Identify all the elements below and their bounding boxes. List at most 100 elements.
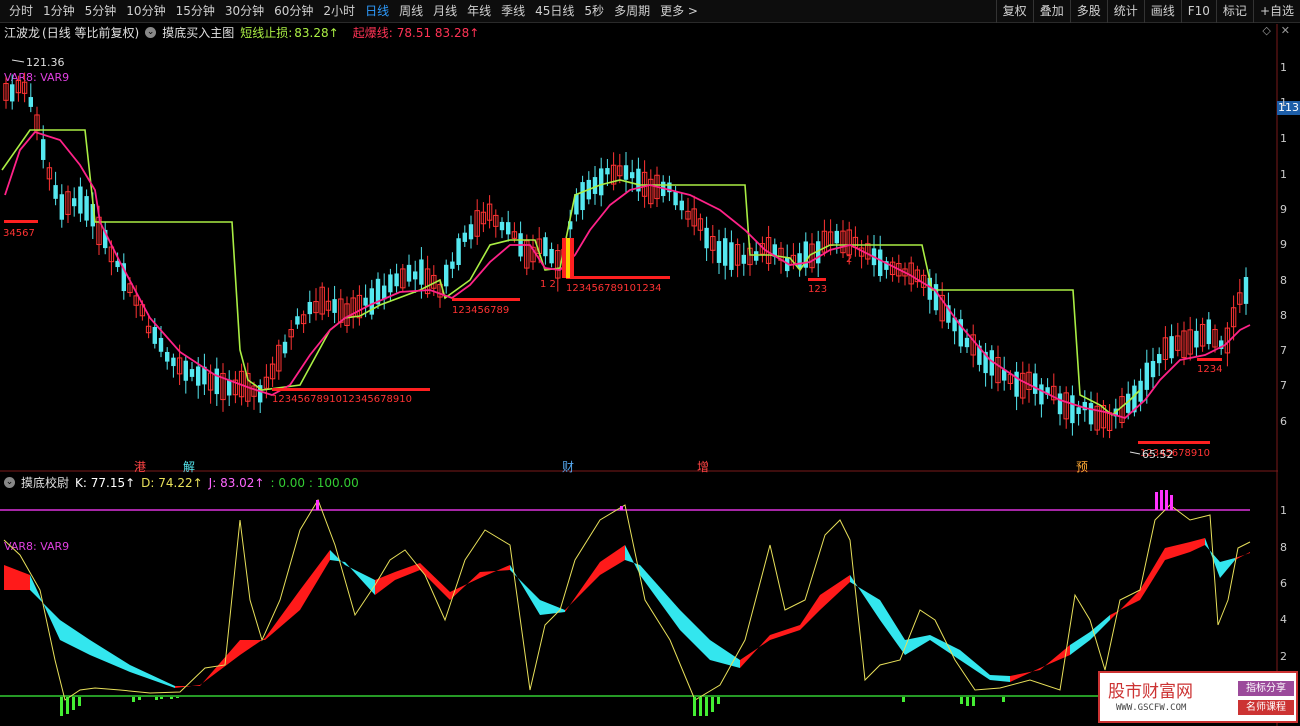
histogram-bar	[138, 697, 141, 700]
candle-body	[754, 251, 759, 261]
candle-body	[78, 186, 83, 214]
counter-text: 1234567891012345678910	[272, 394, 412, 405]
kdj-ribbon-segment	[1010, 668, 1040, 682]
candle-body	[158, 337, 164, 352]
signal-band	[570, 238, 574, 278]
counter-text: 1234	[1197, 364, 1222, 375]
candle-body	[307, 301, 312, 315]
y-axis-tick: 1	[1280, 61, 1287, 74]
candle-body	[456, 238, 461, 265]
kdj-ribbon-segment	[240, 638, 265, 655]
counter-text: 123456789	[452, 305, 509, 316]
kdj-ribbon-segment	[450, 572, 480, 600]
candle-body	[1243, 277, 1249, 304]
kdj-ribbon-segment	[930, 635, 960, 660]
histogram-bar	[711, 697, 714, 712]
counter-text: 2	[846, 254, 852, 265]
counter-text: 123456789101234	[566, 283, 661, 294]
candle-body	[933, 284, 939, 311]
signal-band	[566, 238, 570, 278]
kdj-ribbon-segment	[1165, 542, 1190, 560]
kdj-ribbon-segment	[200, 640, 240, 686]
kdj-ribbon-segment	[800, 595, 820, 630]
candle-body	[388, 274, 393, 293]
kdj-ribbon-segment	[990, 675, 1010, 682]
kdj-ribbon-segment	[820, 575, 850, 610]
overbought-bar	[1160, 490, 1163, 510]
candle-body	[549, 248, 554, 264]
candle-body	[10, 84, 15, 102]
candle-body	[1088, 403, 1094, 425]
candle-body	[1144, 362, 1149, 390]
candle-body	[1057, 393, 1063, 415]
sub-y-axis-tick: 1	[1280, 504, 1287, 517]
signal-band	[562, 238, 566, 278]
candle-body	[797, 253, 802, 269]
y-axis-tick: 8	[1280, 274, 1287, 287]
chart-canvas[interactable]: 34567 1234567891012345678910 123456789 1 2 1…	[0, 0, 1300, 726]
kdj-ribbon-segment	[265, 590, 300, 640]
candle-body	[152, 327, 157, 344]
y-axis-tick: 8	[1280, 309, 1287, 322]
kdj-ribbon-segment	[130, 665, 175, 688]
histogram-bar	[132, 697, 135, 702]
candle-body	[165, 351, 170, 362]
candle-body	[189, 369, 195, 377]
kdj-ribbon-segment	[4, 565, 30, 590]
high-price-marker: 121.36	[26, 56, 65, 69]
candle-body	[59, 194, 64, 220]
histogram-bar	[1002, 697, 1005, 702]
candle-body	[419, 259, 424, 285]
histogram-bar	[78, 697, 81, 706]
event-annotation[interactable]: 解	[183, 458, 195, 475]
candle-body	[41, 139, 46, 160]
candle-body	[580, 182, 585, 211]
kdj-ribbon-segment	[565, 562, 600, 612]
counter-text: 34567	[3, 228, 35, 239]
histogram-bar	[170, 697, 173, 699]
event-annotation[interactable]: 预	[1076, 458, 1088, 475]
candle-body	[450, 261, 455, 269]
y-axis-tick: 7	[1280, 344, 1287, 357]
counter-baseline	[808, 278, 826, 281]
overbought-bar	[316, 500, 319, 510]
histogram-bar	[966, 697, 969, 706]
counter-baseline	[4, 220, 38, 223]
candle-body	[878, 249, 883, 277]
candle-body	[1169, 336, 1174, 359]
sub-y-axis-tick: 2	[1280, 650, 1287, 663]
histogram-bar	[72, 697, 75, 710]
candle-body	[679, 200, 684, 211]
y-axis-tick: 9	[1280, 238, 1287, 251]
kdj-ribbon-segment	[770, 625, 800, 640]
candle-body	[623, 165, 629, 180]
y-axis-tick: 9	[1280, 203, 1287, 216]
watermark-tag-share: 指标分享	[1238, 681, 1294, 696]
candle-body	[72, 198, 77, 207]
kdj-ribbon-segment	[600, 545, 625, 575]
histogram-bar	[717, 697, 720, 704]
candle-body	[834, 230, 839, 244]
overbought-bar	[620, 506, 623, 510]
kdj-ribbon-segment	[1190, 538, 1205, 552]
histogram-bar	[972, 697, 975, 706]
candle-body	[1070, 395, 1075, 424]
watermark-logo: 股市财富网 WWW.GSCFW.COM 指标分享 名师课程	[1098, 671, 1298, 723]
candle-body	[282, 341, 288, 354]
candle-body	[413, 271, 418, 280]
event-annotation[interactable]: 财	[562, 458, 574, 475]
candle-body	[506, 222, 511, 235]
event-annotation[interactable]: 增	[697, 458, 709, 475]
kdj-ribbon-segment	[90, 640, 130, 672]
high-marker-leader	[11, 59, 25, 63]
kdj-ribbon-segment	[1110, 590, 1140, 620]
kdj-ribbon-segment	[880, 600, 905, 655]
kdj-ribbon-segment	[480, 565, 510, 578]
counter-baseline	[1138, 441, 1210, 444]
event-annotation[interactable]: 港	[134, 458, 146, 475]
kdj-ribbon-segment	[625, 545, 640, 575]
candle-body	[28, 97, 33, 107]
candle-body	[964, 337, 970, 348]
candle-body	[406, 264, 412, 282]
candle-body	[227, 379, 232, 396]
